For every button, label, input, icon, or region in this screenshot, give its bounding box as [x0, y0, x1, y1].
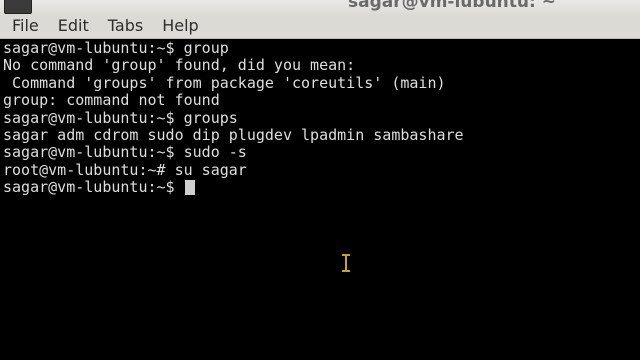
menu-file[interactable]: File: [5, 14, 46, 38]
menu-tabs[interactable]: Tabs: [101, 14, 150, 38]
terminal-line: sagar@vm-lubuntu:~$ groups: [3, 108, 238, 127]
terminal-line: sagar@vm-lubuntu:~$ sudo -s: [3, 143, 247, 162]
menu-edit[interactable]: Edit: [51, 14, 96, 38]
terminal-line: group: command not found: [3, 91, 220, 110]
terminal-app-icon: [4, 0, 32, 14]
terminal-lines: sagar@vm-lubuntu:~$ group No command 'gr…: [3, 39, 464, 197]
text-cursor-ibeam-icon: [340, 254, 352, 272]
title-bar[interactable]: sagar@vm-lubuntu: ~: [0, 0, 640, 14]
terminal-line: root@vm-lubuntu:~# su sagar: [3, 160, 247, 179]
terminal-line: sagar adm cdrom sudo dip plugdev lpadmin…: [3, 125, 464, 144]
current-prompt-line[interactable]: sagar@vm-lubuntu:~$: [3, 178, 464, 197]
terminal-window: sagar@vm-lubuntu: ~ File Edit Tabs Help …: [0, 0, 640, 360]
current-prompt: sagar@vm-lubuntu:~$: [3, 178, 184, 197]
menu-bar: File Edit Tabs Help: [0, 14, 640, 39]
terminal-line: sagar@vm-lubuntu:~$ group: [3, 39, 229, 57]
window-title: sagar@vm-lubuntu: ~: [348, 0, 556, 12]
terminal-line: Command 'groups' from package 'coreutils…: [3, 73, 446, 92]
menu-help[interactable]: Help: [155, 14, 205, 38]
text-cursor-block: [184, 180, 195, 196]
terminal-output[interactable]: sagar@vm-lubuntu:~$ group No command 'gr…: [0, 39, 640, 360]
terminal-line: No command 'group' found, did you mean:: [3, 56, 356, 75]
